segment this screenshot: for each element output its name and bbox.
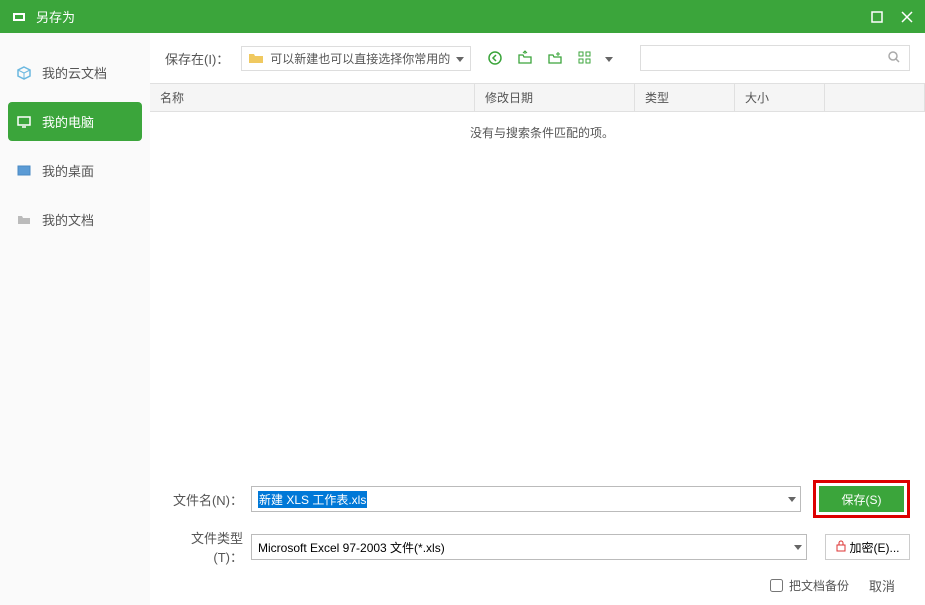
sidebar-item-label: 我的文档 xyxy=(42,210,94,229)
filename-label: 文件名(N)： xyxy=(165,490,243,509)
cancel-button[interactable]: 取消 xyxy=(869,576,895,595)
toolbar: 保存在(I)： 可以新建也可以直接选择你常用的 xyxy=(150,33,925,83)
filename-input[interactable]: 新建 XLS 工作表.xls xyxy=(251,486,801,512)
chevron-down-icon[interactable] xyxy=(794,540,802,554)
column-type[interactable]: 类型 xyxy=(635,84,735,111)
sidebar-item-label: 我的电脑 xyxy=(42,112,94,131)
sidebar-item-label: 我的桌面 xyxy=(42,161,94,180)
empty-message: 没有与搜索条件匹配的项。 xyxy=(160,124,915,141)
filename-value: 新建 XLS 工作表.xls xyxy=(258,491,367,508)
back-icon[interactable] xyxy=(485,48,505,68)
titlebar: 另存为 xyxy=(0,0,925,33)
backup-checkbox[interactable] xyxy=(770,579,783,592)
file-list: 名称 修改日期 类型 大小 没有与搜索条件匹配的项。 xyxy=(150,83,925,470)
column-extra[interactable] xyxy=(825,84,925,111)
save-button[interactable]: 保存(S) xyxy=(819,486,904,512)
search-icon[interactable] xyxy=(887,50,901,67)
window-title: 另存为 xyxy=(36,7,869,26)
chevron-down-icon xyxy=(456,51,464,66)
file-list-header: 名称 修改日期 类型 大小 xyxy=(150,84,925,112)
folder-icon xyxy=(248,51,264,65)
sidebar: 我的云文档 我的电脑 我的桌面 我的文档 xyxy=(0,33,150,605)
sidebar-item-cloud[interactable]: 我的云文档 xyxy=(0,53,150,92)
save-highlight: 保存(S) xyxy=(813,480,910,518)
chevron-down-icon[interactable] xyxy=(605,51,613,66)
desktop-icon xyxy=(16,163,32,179)
cube-icon xyxy=(16,65,32,81)
search-box[interactable] xyxy=(640,45,910,71)
up-folder-icon[interactable] xyxy=(515,48,535,68)
sidebar-item-documents[interactable]: 我的文档 xyxy=(0,200,150,239)
folder-dropdown[interactable]: 可以新建也可以直接选择你常用的 xyxy=(241,46,471,71)
folder-icon xyxy=(16,212,32,228)
search-input[interactable] xyxy=(649,51,887,65)
backup-checkbox-row[interactable]: 把文档备份 xyxy=(770,577,849,594)
lock-icon xyxy=(836,540,846,555)
monitor-icon xyxy=(16,114,32,130)
encrypt-button[interactable]: 加密(E)... xyxy=(825,534,910,560)
sidebar-item-desktop[interactable]: 我的桌面 xyxy=(0,151,150,190)
view-icon[interactable] xyxy=(575,48,595,68)
column-date[interactable]: 修改日期 xyxy=(475,84,635,111)
folder-name: 可以新建也可以直接选择你常用的 xyxy=(270,50,450,67)
sidebar-item-label: 我的云文档 xyxy=(42,63,107,82)
save-in-label: 保存在(I)： xyxy=(165,49,229,68)
close-icon[interactable] xyxy=(899,9,915,25)
filetype-label: 文件类型(T)： xyxy=(165,528,243,566)
backup-label: 把文档备份 xyxy=(789,577,849,594)
sidebar-item-computer[interactable]: 我的电脑 xyxy=(8,102,142,141)
filetype-value: Microsoft Excel 97-2003 文件(*.xls) xyxy=(258,539,445,556)
maximize-icon[interactable] xyxy=(869,9,885,25)
column-name[interactable]: 名称 xyxy=(150,84,475,111)
chevron-down-icon[interactable] xyxy=(788,492,796,506)
app-logo-icon xyxy=(10,8,28,26)
new-folder-icon[interactable] xyxy=(545,48,565,68)
bottom-panel: 文件名(N)： 新建 XLS 工作表.xls 保存(S) 文件类型(T)： Mi… xyxy=(150,470,925,605)
filetype-dropdown[interactable]: Microsoft Excel 97-2003 文件(*.xls) xyxy=(251,534,807,560)
column-size[interactable]: 大小 xyxy=(735,84,825,111)
